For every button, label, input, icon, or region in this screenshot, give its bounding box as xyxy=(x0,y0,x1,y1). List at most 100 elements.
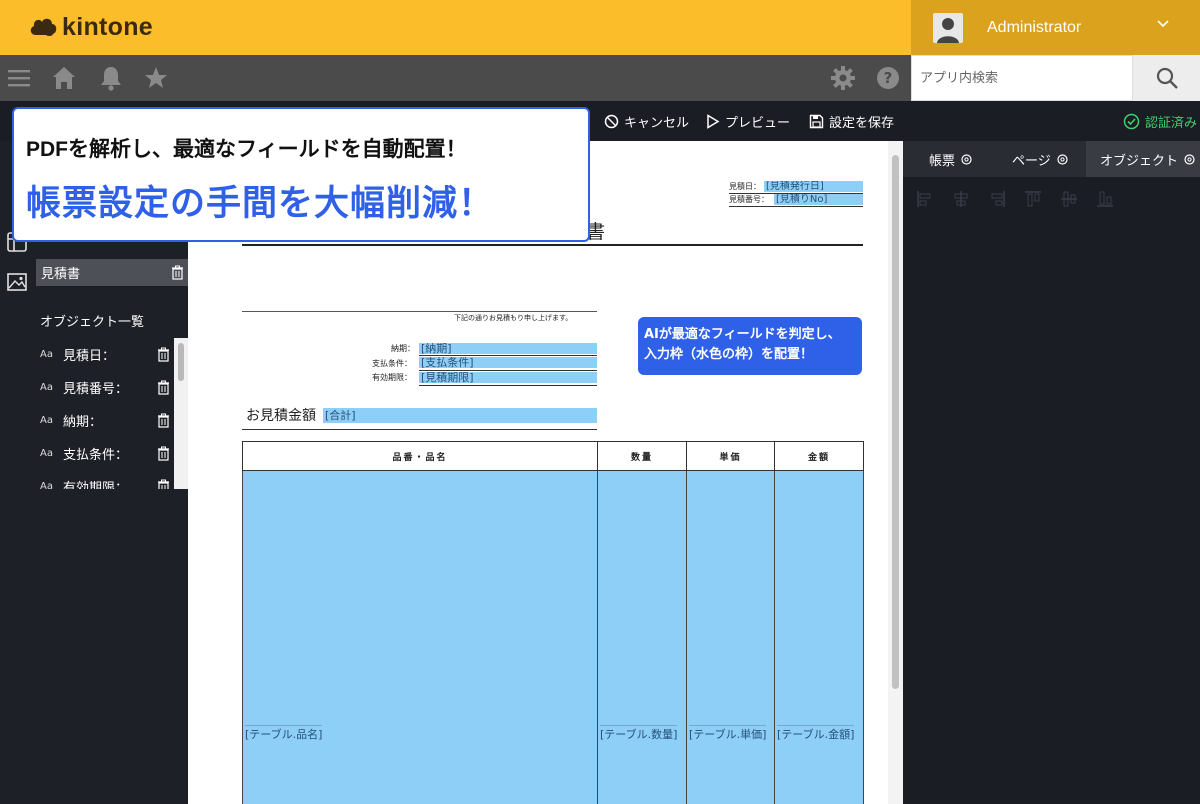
estimate-no-label: 見積番号： xyxy=(729,195,769,204)
text-type-icon: Aa xyxy=(40,415,53,426)
object-label: 有効期限： xyxy=(63,481,129,489)
form-item-label: 見積書 xyxy=(41,267,81,282)
object-label: 支払条件： xyxy=(63,448,129,463)
items-table: 品番・品名 数量 単価 金額 [テーブル.品名] [テーブル.数量] [テーブル… xyxy=(242,441,864,804)
tab-page[interactable]: ページ xyxy=(1012,141,1069,177)
align-top-icon[interactable] xyxy=(1023,189,1043,209)
trash-icon[interactable] xyxy=(157,347,170,362)
delivery-label: 納期： xyxy=(391,344,415,353)
align-center-icon[interactable] xyxy=(951,189,971,209)
payment-label: 支払条件： xyxy=(372,359,412,368)
gear-icon xyxy=(1057,153,1068,165)
table-field-label: [テーブル.数量] xyxy=(600,725,678,742)
trash-icon[interactable] xyxy=(157,479,170,489)
kintone-logo[interactable]: kintone xyxy=(28,10,153,44)
table-header: 品番・品名 xyxy=(242,441,598,471)
divider-line xyxy=(729,206,863,207)
amount-field[interactable]: [合計] xyxy=(323,408,597,423)
check-circle-icon xyxy=(1123,113,1140,129)
object-item[interactable]: Aa 支払条件： xyxy=(34,437,174,470)
table-field-cell[interactable]: [テーブル.品名] xyxy=(242,470,598,804)
home-icon[interactable] xyxy=(49,63,79,93)
table-field-cell[interactable]: [テーブル.単価] xyxy=(686,470,775,804)
save-icon xyxy=(809,114,824,128)
table-field-label: [テーブル.単価] xyxy=(689,725,767,742)
object-item[interactable]: Aa 見積日： xyxy=(34,338,174,371)
object-list-scrollbar[interactable] xyxy=(174,338,188,489)
promo-callout: PDFを解析し、最適なフィールドを自動配置！ 帳票設定の手間を大幅削減！ xyxy=(12,107,590,242)
canvas-scrollbar[interactable] xyxy=(888,141,903,804)
text-type-icon: Aa xyxy=(40,382,53,393)
divider-line xyxy=(419,385,597,386)
user-menu[interactable]: Administrator xyxy=(911,0,1200,55)
tab-label: オブジェクト xyxy=(1100,153,1179,169)
divider-line xyxy=(242,429,597,430)
expiry-label: 有効期限： xyxy=(372,373,412,382)
table-field-cell[interactable]: [テーブル.数量] xyxy=(597,470,687,804)
svg-text:?: ? xyxy=(884,69,893,87)
table-header: 単価 xyxy=(686,441,775,471)
save-settings-button[interactable]: 設定を保存 xyxy=(809,101,894,141)
align-middle-icon[interactable] xyxy=(1059,189,1079,209)
avatar-icon xyxy=(933,12,963,43)
properties-tabs: 帳票 ページ オブジェクト xyxy=(903,141,1200,177)
verified-status: 認証済み xyxy=(1123,101,1197,141)
amount-label: お見積金額 xyxy=(246,408,316,424)
cancel-label: キャンセル xyxy=(624,115,690,131)
align-left-icon[interactable] xyxy=(915,189,935,209)
form-item-selected[interactable]: 見積書 xyxy=(36,259,188,286)
chevron-down-icon xyxy=(1157,20,1169,28)
brand-name: kintone xyxy=(62,12,153,41)
ai-callout-line2: 入力枠（水色の枠）を配置！ xyxy=(644,347,814,362)
callout-emphasis: 帳票設定の手間を大幅削減！ xyxy=(26,184,495,223)
scrollbar-thumb[interactable] xyxy=(892,155,899,689)
tab-label: ページ xyxy=(1012,153,1051,169)
cancel-button[interactable]: キャンセル xyxy=(604,101,689,141)
favorite-star-icon[interactable] xyxy=(141,63,171,93)
divider-line xyxy=(419,370,597,371)
text-type-icon: Aa xyxy=(40,448,53,459)
notification-bell-icon[interactable] xyxy=(96,63,126,93)
tab-form[interactable]: 帳票 xyxy=(929,141,973,177)
object-item[interactable]: Aa 見積番号： xyxy=(34,371,174,404)
table-field-cell[interactable]: [テーブル.金額] xyxy=(774,470,864,804)
cloud-logo-icon xyxy=(30,18,57,36)
preview-button[interactable]: プレビュー xyxy=(706,101,790,141)
tab-label: 帳票 xyxy=(929,153,956,169)
gear-icon[interactable] xyxy=(828,63,858,93)
cancel-icon xyxy=(604,114,619,128)
menu-icon[interactable] xyxy=(4,63,34,93)
search-input[interactable] xyxy=(912,56,1132,100)
object-item[interactable]: Aa 納期： xyxy=(34,404,174,437)
app-root: kintone Administrator ? アプリ内検索 キャンセル プレビ… xyxy=(0,0,1200,804)
ai-callout: AIが最適なフィールドを判定し、 入力枠（水色の枠）を配置！ xyxy=(638,317,862,375)
trash-icon[interactable] xyxy=(171,265,184,280)
table-header: 金額 xyxy=(774,441,864,471)
estimate-no-field[interactable]: [見積りNo] xyxy=(774,194,863,205)
table-field-label: [テーブル.金額] xyxy=(777,725,855,742)
app-search-field[interactable] xyxy=(911,55,1133,101)
estimate-date-field[interactable]: [見積発行日] xyxy=(764,181,863,192)
delivery-field[interactable]: [納期] xyxy=(419,343,597,354)
trash-icon[interactable] xyxy=(157,413,170,428)
divider-line xyxy=(419,355,597,356)
image-icon[interactable] xyxy=(6,271,28,293)
align-right-icon[interactable] xyxy=(987,189,1007,209)
trash-icon[interactable] xyxy=(157,446,170,461)
object-label: 納期： xyxy=(63,415,103,430)
payment-field[interactable]: [支払条件] xyxy=(419,357,597,368)
align-bottom-icon[interactable] xyxy=(1095,189,1115,209)
help-icon[interactable]: ? xyxy=(873,63,903,93)
align-toolbar xyxy=(915,189,1115,209)
verified-label: 認証済み xyxy=(1145,115,1198,131)
divider-line xyxy=(242,311,597,312)
search-icon xyxy=(1156,67,1178,89)
expiry-field[interactable]: [見積期限] xyxy=(419,372,597,383)
estimate-date-label: 見積日： xyxy=(729,182,761,191)
trash-icon[interactable] xyxy=(157,380,170,395)
tab-object[interactable]: オブジェクト xyxy=(1086,141,1200,177)
scrollbar-thumb[interactable] xyxy=(178,343,184,381)
object-item[interactable]: Aa 有効期限： xyxy=(34,470,174,489)
search-button[interactable] xyxy=(1133,55,1200,101)
text-type-icon: Aa xyxy=(40,349,53,360)
